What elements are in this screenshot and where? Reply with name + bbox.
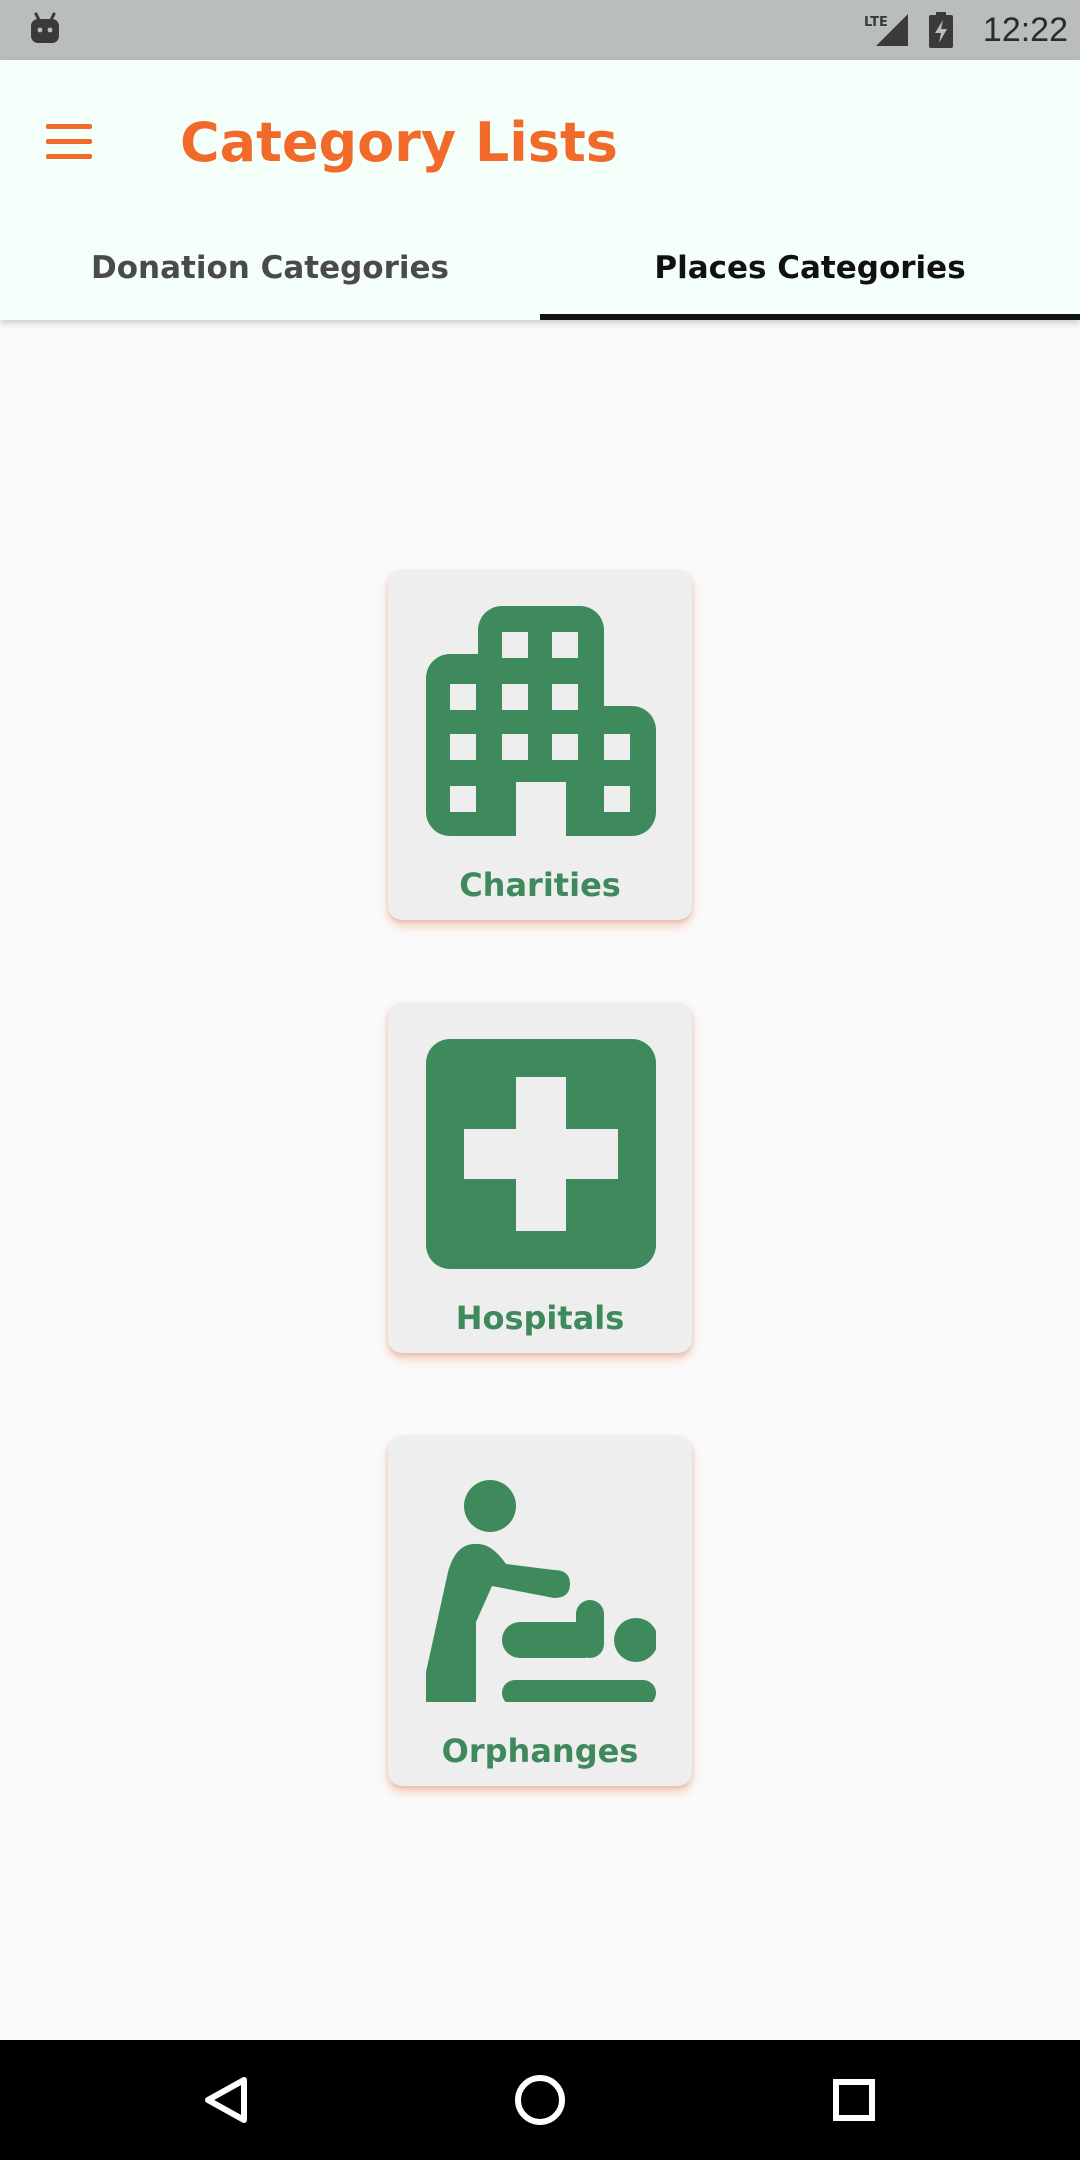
back-button[interactable] [186, 2060, 266, 2140]
back-icon [205, 2077, 247, 2123]
tab-indicator [540, 314, 1080, 320]
network-label: LTE [864, 15, 888, 30]
hamburger-menu-icon [46, 124, 92, 159]
menu-button[interactable] [30, 102, 110, 182]
building-icon [426, 606, 656, 836]
category-card-hospitals[interactable]: Hospitals [388, 1003, 692, 1353]
app-bar: Category Lists Donation Categories Place… [0, 60, 1080, 320]
tab-places-categories[interactable]: Places Categories [540, 228, 1080, 320]
page-title: Category Lists [180, 111, 618, 174]
baby-changing-icon [426, 1480, 656, 1702]
tab-donation-categories[interactable]: Donation Categories [0, 228, 540, 320]
signal-icon: LTE [864, 14, 908, 46]
home-icon [515, 2075, 565, 2125]
system-nav-bar [0, 2040, 1080, 2160]
category-label: Hospitals [455, 1299, 625, 1337]
category-card-orphanges[interactable]: Orphanges [388, 1436, 692, 1786]
clock: 12:22 [982, 11, 1068, 49]
category-label: Orphanges [441, 1732, 639, 1770]
recents-button[interactable] [814, 2060, 894, 2140]
category-label: Charities [459, 866, 621, 904]
recents-icon [833, 2079, 875, 2121]
home-button[interactable] [500, 2060, 580, 2140]
category-card-charities[interactable]: Charities [388, 570, 692, 920]
medical-cross-icon [426, 1039, 656, 1269]
battery-charging-icon [929, 12, 953, 48]
android-icon [31, 12, 59, 43]
status-bar: LTE 12:22 [0, 0, 1080, 60]
